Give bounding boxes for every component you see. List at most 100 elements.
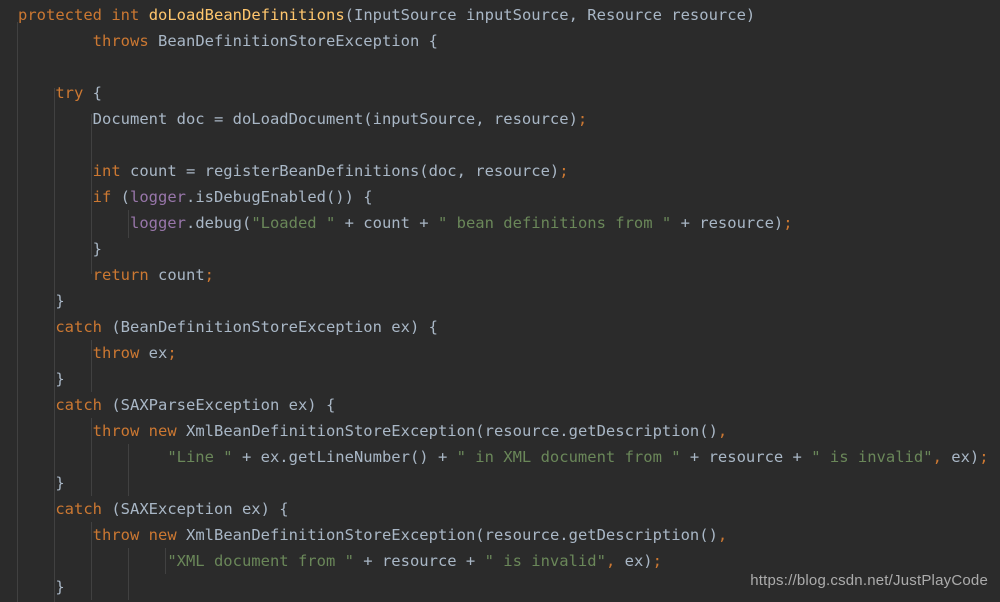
code-token: }	[18, 474, 65, 492]
code-line[interactable]: }	[0, 366, 1000, 392]
code-token: }	[18, 578, 65, 596]
code-line[interactable]: return count;	[0, 262, 1000, 288]
code-token: ;	[167, 344, 177, 362]
code-token: int	[111, 6, 140, 24]
code-line[interactable]: "Line " + ex.getLineNumber() + " in XML …	[0, 444, 1000, 470]
code-token: ,	[605, 552, 616, 570]
code-token: ,	[717, 422, 728, 440]
code-token: XmlBeanDefinitionStoreException(resource…	[176, 526, 718, 544]
code-token: (BeanDefinitionStoreException ex) {	[102, 318, 438, 336]
code-token: + resource +	[353, 552, 485, 570]
code-token: throw	[92, 422, 140, 440]
code-token: if	[92, 188, 112, 206]
code-token: new	[148, 526, 177, 544]
code-token: "XML document from "	[167, 552, 354, 570]
code-token: {	[83, 84, 102, 102]
code-token: catch	[55, 396, 102, 414]
code-line[interactable]: }	[0, 236, 1000, 262]
code-line[interactable]: throw new XmlBeanDefinitionStoreExceptio…	[0, 418, 1000, 444]
code-token: + ex.getLineNumber() +	[232, 448, 457, 466]
code-token: }	[18, 292, 65, 310]
code-token: ex	[139, 344, 168, 362]
code-line[interactable]: }	[0, 288, 1000, 314]
code-token: ex)	[615, 552, 653, 570]
code-token: return	[92, 266, 149, 284]
code-token: " is invalid"	[484, 552, 606, 570]
code-token: BeanDefinitionStoreException {	[148, 32, 438, 50]
code-token: + resource)	[671, 214, 784, 232]
code-line[interactable]: int count = registerBeanDefinitions(doc,…	[0, 158, 1000, 184]
code-token: ex)	[941, 448, 980, 466]
code-token: ;	[979, 448, 989, 466]
code-line[interactable]	[0, 132, 1000, 158]
code-token: ;	[204, 266, 214, 284]
code-token: ;	[652, 552, 662, 570]
code-line[interactable]: catch (SAXException ex) {	[0, 496, 1000, 522]
code-token: ;	[577, 110, 588, 128]
code-line[interactable]: catch (BeanDefinitionStoreException ex) …	[0, 314, 1000, 340]
code-line[interactable]: protected int doLoadBeanDefinitions(Inpu…	[0, 2, 1000, 28]
code-line[interactable]: Document doc = doLoadDocument(inputSourc…	[0, 106, 1000, 132]
code-line[interactable]: logger.debug("Loaded " + count + " bean …	[0, 210, 1000, 236]
code-token: count = registerBeanDefinitions(doc, res…	[120, 162, 560, 180]
code-token: (	[111, 188, 130, 206]
code-token: logger	[130, 188, 186, 206]
code-line[interactable]: catch (SAXParseException ex) {	[0, 392, 1000, 418]
code-editor-screenshot: protected int doLoadBeanDefinitions(Inpu…	[0, 0, 1000, 602]
code-token: throw	[92, 526, 140, 544]
code-token: count	[148, 266, 205, 284]
code-token: + count +	[335, 214, 438, 232]
code-token: ,	[717, 526, 728, 544]
code-token: " is invalid"	[811, 448, 933, 466]
code-token: (SAXParseException ex) {	[102, 396, 336, 414]
code-token: int	[92, 162, 121, 180]
code-token: " in XML document from "	[456, 448, 681, 466]
code-token: + resource +	[680, 448, 812, 466]
code-token: throw	[92, 344, 140, 362]
code-token: doLoadBeanDefinitions	[148, 6, 345, 24]
code-token: "Loaded "	[251, 214, 336, 232]
code-block[interactable]: protected int doLoadBeanDefinitions(Inpu…	[0, 2, 1000, 600]
code-line[interactable]: }	[0, 470, 1000, 496]
code-token: catch	[55, 500, 102, 518]
code-token: Document doc = doLoadDocument(inputSourc…	[18, 110, 578, 128]
code-token: new	[148, 422, 177, 440]
code-line[interactable]: if (logger.isDebugEnabled()) {	[0, 184, 1000, 210]
code-token: XmlBeanDefinitionStoreException(resource…	[176, 422, 718, 440]
code-token: catch	[55, 318, 102, 336]
code-token: .debug(	[185, 214, 252, 232]
code-token: " bean definitions from "	[437, 214, 672, 232]
code-line[interactable]: throw new XmlBeanDefinitionStoreExceptio…	[0, 522, 1000, 548]
code-token: }	[18, 240, 102, 258]
code-line[interactable]	[0, 54, 1000, 80]
code-token: (SAXException ex) {	[102, 500, 289, 518]
code-token: ;	[559, 162, 569, 180]
code-line[interactable]: throws BeanDefinitionStoreException {	[0, 28, 1000, 54]
code-line[interactable]: try {	[0, 80, 1000, 106]
watermark-text: https://blog.csdn.net/JustPlayCode	[750, 572, 988, 589]
code-token: ,	[932, 448, 942, 466]
code-token: logger	[129, 214, 186, 232]
code-token: }	[18, 370, 65, 388]
code-token: ;	[783, 214, 793, 232]
code-line[interactable]: throw ex;	[0, 340, 1000, 366]
code-token: "Line "	[167, 448, 233, 466]
